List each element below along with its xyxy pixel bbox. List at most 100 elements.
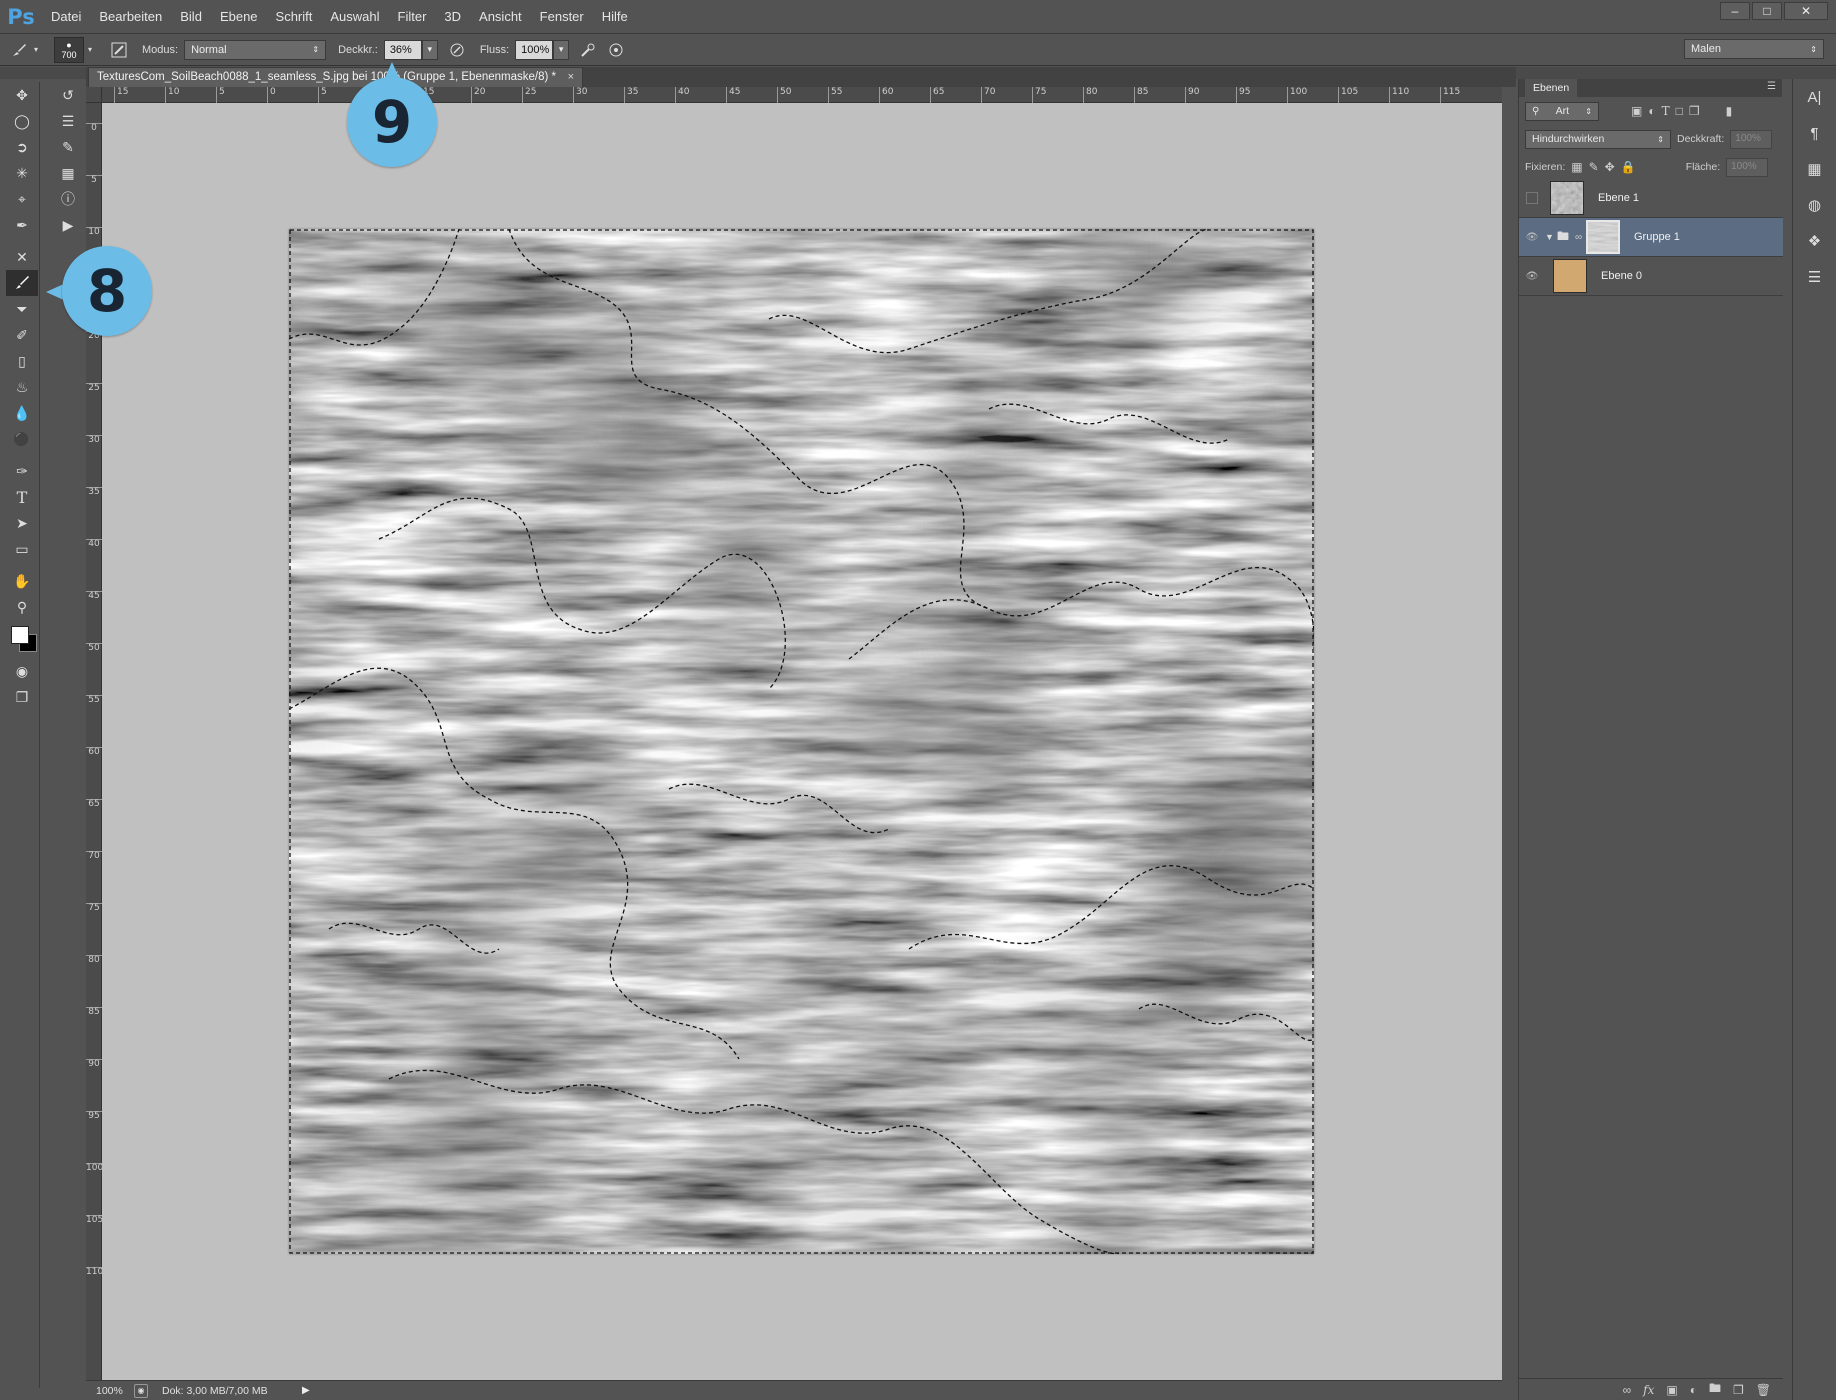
new-group-icon[interactable]: 🖿	[1709, 1379, 1721, 1400]
filter-toggle-icon[interactable]: ▮	[1726, 104, 1733, 118]
healing-brush-tool[interactable]: ✕	[6, 244, 38, 270]
zoom-level-field[interactable]: 100%	[86, 1385, 128, 1397]
adjust-panel-button[interactable]: ☰	[52, 108, 84, 134]
pressure-size-icon[interactable]	[605, 39, 627, 61]
canvas-area[interactable]	[102, 103, 1502, 1380]
type-tool[interactable]: T	[6, 484, 38, 510]
layer-row-gruppe-1[interactable]: 👁 ▼ 🖿 ∞ Gruppe 1	[1519, 218, 1783, 257]
menu-auswahl[interactable]: Auswahl	[321, 9, 388, 24]
magic-wand-tool[interactable]: ✳	[6, 160, 38, 186]
trash-icon[interactable]: 🗑	[1756, 1383, 1771, 1397]
layer-style-fx-icon[interactable]: fx	[1643, 1383, 1654, 1397]
filter-shape-icon[interactable]: □	[1676, 104, 1683, 118]
proof-setup-icon[interactable]: ◉	[134, 1383, 148, 1398]
menu-3d[interactable]: 3D	[435, 9, 470, 24]
clone-source-button[interactable]: ▦	[52, 160, 84, 186]
brush-panel-toggle-icon[interactable]	[108, 39, 130, 61]
document-tab[interactable]: TexturesCom_SoilBeach0088_1_seamless_S.j…	[88, 67, 583, 87]
panel-menu-icon[interactable]: ☰	[1767, 81, 1776, 92]
lock-all-icon[interactable]: 🔒	[1621, 160, 1636, 174]
menu-bearbeiten[interactable]: Bearbeiten	[90, 9, 171, 24]
screen-mode-toggle[interactable]: ❐	[6, 684, 38, 710]
fill-field[interactable]: 100%	[1726, 157, 1769, 177]
filter-smart-object-icon[interactable]: ❐	[1689, 104, 1700, 118]
info-panel-button[interactable]: ⓘ	[52, 186, 84, 212]
menu-fenster[interactable]: Fenster	[531, 9, 593, 24]
horizontal-ruler[interactable]: 1510505101520253035404550556065707580859…	[102, 87, 1502, 103]
eye-icon[interactable]: 👁	[1519, 271, 1545, 282]
properties-panel-button[interactable]: ☰	[1793, 259, 1836, 295]
menu-filter[interactable]: Filter	[389, 9, 436, 24]
hand-tool[interactable]: ✋	[6, 568, 38, 594]
preset-dropdown-arrow-icon[interactable]: ▾	[30, 39, 42, 61]
eraser-tool[interactable]: ▯	[6, 348, 38, 374]
document-canvas[interactable]	[289, 229, 1314, 1254]
brush-tool[interactable]	[6, 270, 38, 296]
brush-picker-arrow-icon[interactable]: ▾	[84, 39, 96, 61]
blur-tool[interactable]: 💧	[6, 400, 38, 426]
chain-link-icon[interactable]: ∞	[1575, 232, 1583, 243]
brush-size-picker[interactable]: ● 700	[54, 36, 84, 63]
layers-panel-tab[interactable]: Ebenen	[1525, 79, 1578, 97]
menu-ebene[interactable]: Ebene	[211, 9, 267, 24]
quick-mask-toggle[interactable]: ◉	[6, 658, 38, 684]
visibility-toggle-off[interactable]	[1526, 192, 1538, 204]
move-tool[interactable]: ✥	[6, 82, 38, 108]
new-layer-icon[interactable]: ❐	[1733, 1383, 1744, 1397]
tab-close-icon[interactable]: ×	[568, 71, 574, 83]
filter-type-icon[interactable]: T	[1662, 104, 1670, 118]
eyedropper-tool[interactable]: ✒	[6, 212, 38, 238]
paint-bucket-tool[interactable]: ♨	[6, 374, 38, 400]
history-brush-tool[interactable]: ✐	[6, 322, 38, 348]
expand-triangle-icon[interactable]: ▼	[1545, 232, 1557, 242]
rectangle-tool[interactable]: ▭	[6, 536, 38, 562]
layer-filter-select[interactable]: ⚲ Art ⇕	[1525, 101, 1599, 121]
layer-mask-thumbnail[interactable]	[1586, 220, 1620, 254]
layer-row-ebene-1[interactable]: Ebene 1	[1519, 179, 1783, 218]
mode-select[interactable]: Normal ⇕	[184, 39, 327, 60]
history-panel-button[interactable]: ↺	[52, 82, 84, 108]
filter-pixel-icon[interactable]: ▣	[1631, 104, 1642, 118]
lock-transparency-icon[interactable]: ▦	[1571, 160, 1582, 174]
paragraph-panel-button[interactable]: ¶	[1793, 115, 1836, 151]
opacity-field[interactable]: 36%	[383, 39, 422, 60]
opacity-dropdown-arrow-icon[interactable]: ▾	[421, 39, 438, 60]
character-panel-button[interactable]: A|	[1793, 79, 1836, 115]
adjustment-layer-icon[interactable]: ◐	[1690, 1383, 1697, 1397]
foreground-color-swatch[interactable]	[11, 626, 29, 644]
blend-mode-select[interactable]: Hindurchwirken ⇕	[1525, 129, 1671, 149]
brush-presets-button[interactable]: ✎	[52, 134, 84, 160]
airbrush-icon[interactable]	[577, 39, 599, 61]
path-selection-tool[interactable]: ➤	[6, 510, 38, 536]
close-window-button[interactable]: ✕	[1784, 2, 1828, 20]
link-layers-icon[interactable]: ∞	[1623, 1383, 1632, 1397]
layer-row-ebene-0[interactable]: 👁 Ebene 0	[1519, 257, 1783, 296]
add-mask-icon[interactable]: ▣	[1666, 1383, 1677, 1397]
layer-opacity-field[interactable]: 100%	[1730, 129, 1773, 149]
dodge-tool[interactable]: ⚫	[6, 426, 38, 452]
maximize-button[interactable]: □	[1752, 2, 1782, 20]
flow-field[interactable]: 100%	[515, 39, 554, 60]
swatches-panel-button[interactable]: ▦	[1793, 151, 1836, 187]
pressure-opacity-icon[interactable]	[446, 39, 468, 61]
menu-hilfe[interactable]: Hilfe	[593, 9, 637, 24]
crop-tool[interactable]: ⌖	[6, 186, 38, 212]
lock-position-icon[interactable]: ✥	[1605, 160, 1615, 174]
menu-ansicht[interactable]: Ansicht	[470, 9, 531, 24]
lasso-tool[interactable]: ➲	[6, 134, 38, 160]
pen-tool[interactable]: ✑	[6, 458, 38, 484]
actions-panel-button[interactable]: ▶	[52, 212, 84, 238]
flow-dropdown-arrow-icon[interactable]: ▾	[553, 39, 570, 60]
marquee-tool[interactable]: ◯	[6, 108, 38, 134]
menu-datei[interactable]: Datei	[42, 9, 90, 24]
minimize-button[interactable]: –	[1720, 2, 1750, 20]
paths-panel-button[interactable]: ❖	[1793, 223, 1836, 259]
menu-schrift[interactable]: Schrift	[267, 9, 322, 24]
ruler-origin[interactable]	[86, 87, 102, 103]
clone-stamp-tool[interactable]: ⏷	[6, 296, 38, 322]
filter-adjustment-icon[interactable]: ◐	[1648, 104, 1655, 118]
lock-pixels-icon[interactable]: ✎	[1589, 160, 1599, 174]
brush-tool-preset-icon[interactable]	[8, 39, 30, 61]
eye-icon[interactable]: 👁	[1519, 232, 1545, 243]
zoom-tool[interactable]: ⚲	[6, 594, 38, 620]
